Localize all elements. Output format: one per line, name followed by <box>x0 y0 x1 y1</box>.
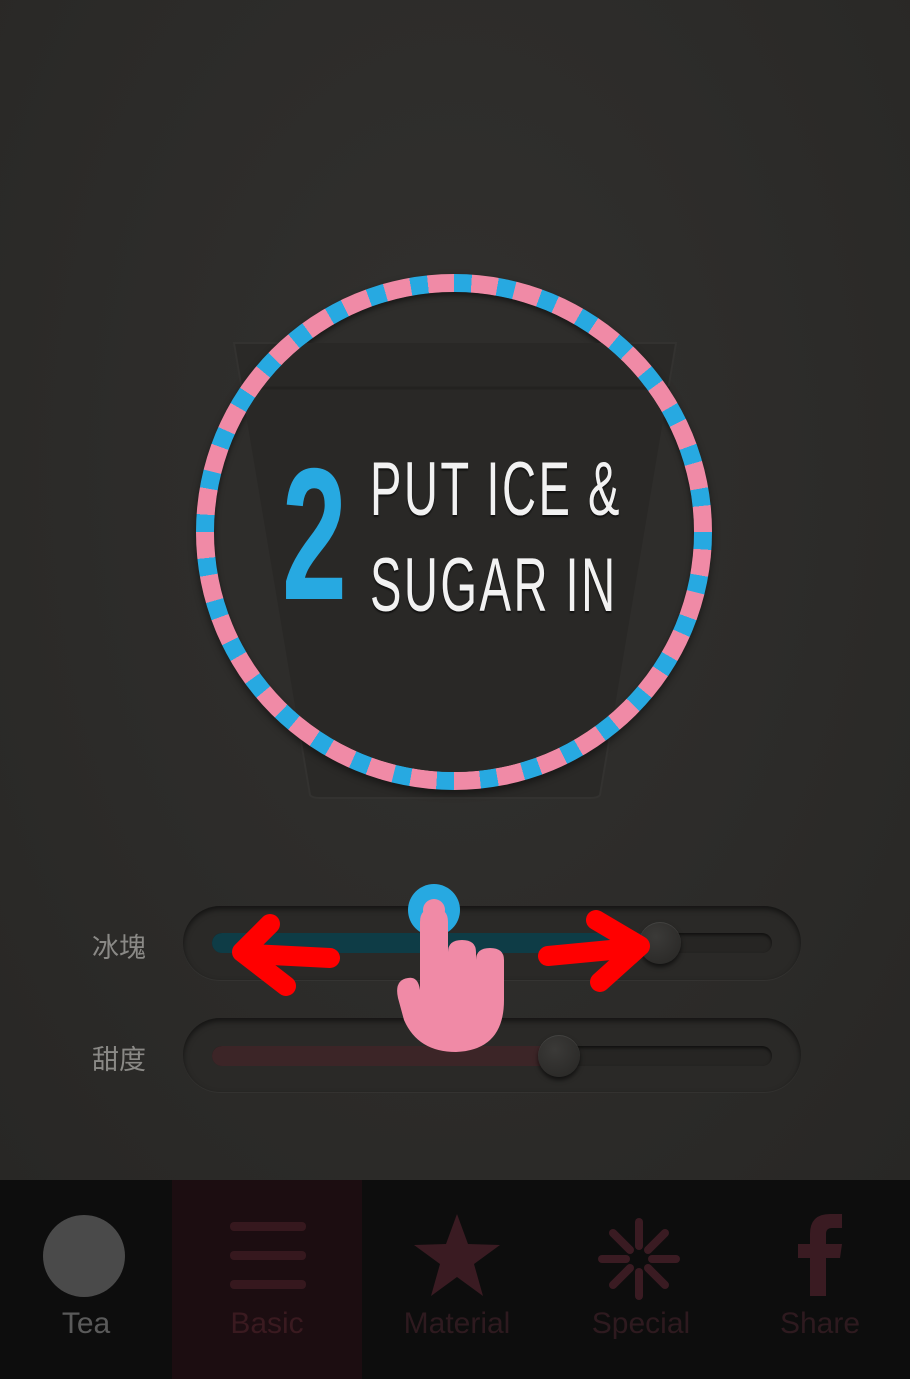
star-icon <box>414 1214 500 1296</box>
tab-material-label: Material <box>403 1307 511 1340</box>
tab-special-label: Special <box>591 1307 691 1340</box>
tab-share-label: Share <box>779 1307 861 1340</box>
tab-special[interactable]: Special <box>552 1180 730 1379</box>
arrow-left-icon <box>232 914 340 996</box>
tab-material[interactable]: Material <box>362 1180 552 1379</box>
menu-lines-icon <box>230 1222 306 1289</box>
tab-tea-label: Tea <box>61 1307 111 1340</box>
hand-pointer-icon <box>397 884 504 1052</box>
main-stage: 2 PUT ICE & SUGAR IN 冰塊 甜度 <box>0 0 910 1180</box>
tab-basic[interactable]: Basic <box>172 1180 362 1379</box>
tab-bar: Tea Basic Material Special Share <box>0 1180 910 1379</box>
asterisk-icon <box>598 1218 680 1300</box>
swipe-hint-overlay <box>232 884 650 1052</box>
tab-tea[interactable]: Tea <box>0 1180 172 1379</box>
circle-icon <box>43 1215 125 1297</box>
facebook-icon <box>798 1214 842 1296</box>
tab-basic-label: Basic <box>230 1307 304 1340</box>
arrow-right-icon <box>538 910 650 992</box>
tab-share[interactable]: Share <box>730 1180 910 1379</box>
